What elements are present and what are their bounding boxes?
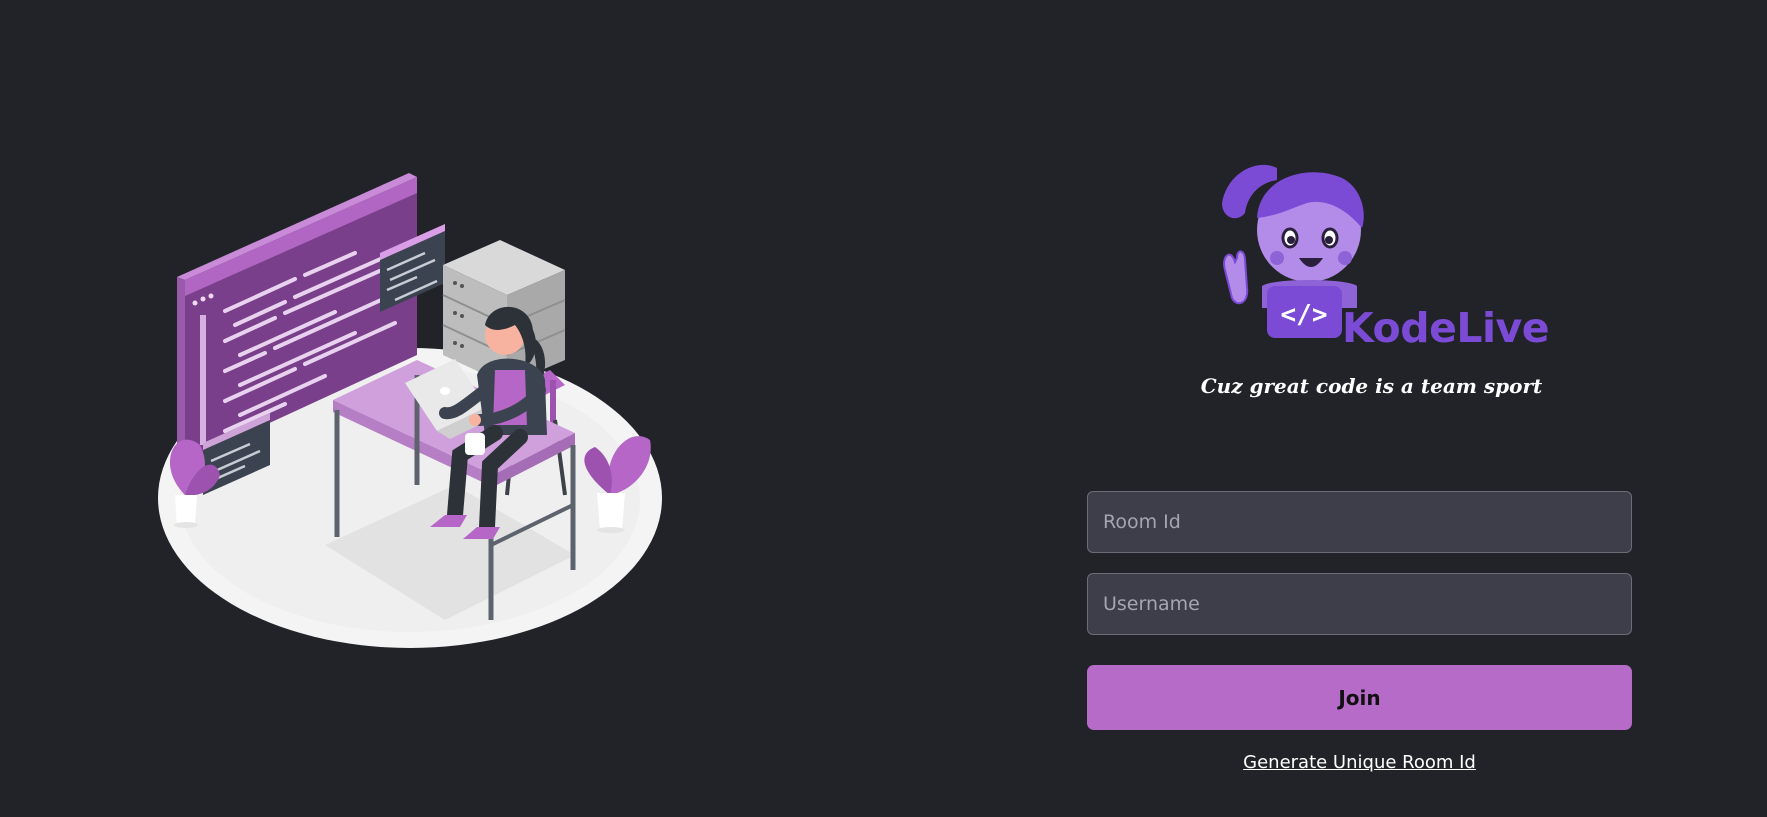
room-id-input[interactable] — [1087, 491, 1632, 553]
generate-room-id-link[interactable]: Generate Unique Room Id — [1087, 752, 1632, 773]
join-button[interactable]: Join — [1087, 665, 1632, 730]
developer-at-desk-illustration — [158, 173, 662, 648]
tagline: Cuz great code is a team sport — [1200, 374, 1543, 398]
join-page: </> KodeLive Cuz great code is a team sp… — [0, 0, 1767, 817]
brand-name: KodeLive — [1342, 304, 1550, 352]
svg-text:</>: </> — [1281, 300, 1328, 330]
join-panel: </> KodeLive Cuz great code is a team sp… — [1087, 0, 1632, 817]
username-input[interactable] — [1087, 573, 1632, 635]
